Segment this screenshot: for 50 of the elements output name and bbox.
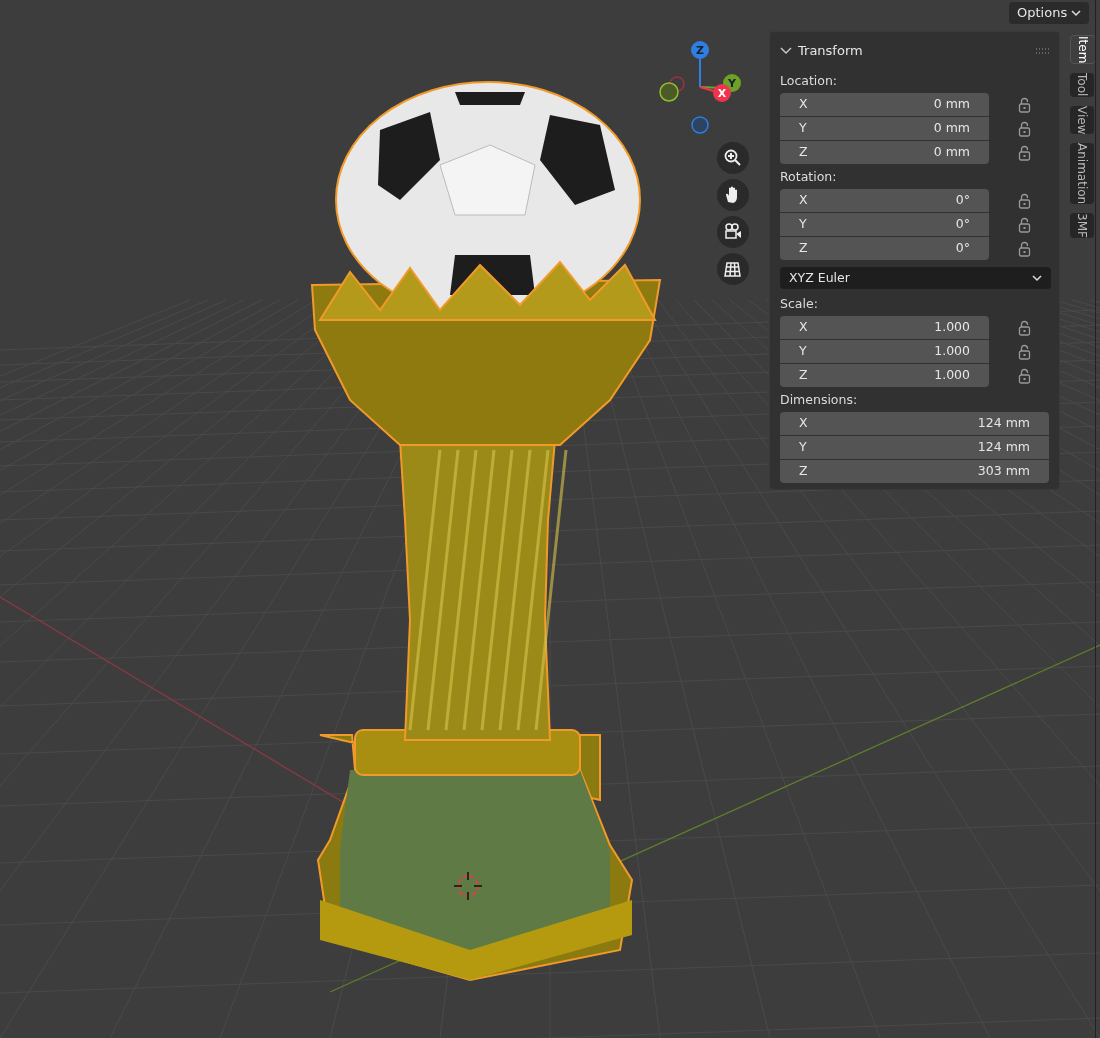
number-field[interactable]: Y 0°: [780, 213, 989, 236]
number-field[interactable]: Z 303 mm: [780, 460, 1049, 483]
number-field[interactable]: Y 0 mm: [780, 117, 989, 140]
sidebar-tab[interactable]: Item: [1070, 35, 1096, 65]
gizmo-axis-handle[interactable]: X: [713, 84, 731, 102]
lock-open-icon[interactable]: [1018, 192, 1031, 209]
lock-open-icon[interactable]: [1018, 343, 1031, 360]
section-label: Rotation:: [780, 168, 838, 185]
grid-icon: [723, 259, 743, 279]
number-field[interactable]: Z 1.000: [780, 364, 989, 387]
camera-icon: [723, 222, 743, 242]
number-field[interactable]: X 0°: [780, 189, 989, 212]
rotation-mode-dropdown[interactable]: XYZ Euler: [780, 267, 1051, 289]
crosshair-icon: [453, 871, 483, 901]
sidebar-tab[interactable]: 3MF: [1070, 213, 1094, 239]
sidebar-tab[interactable]: Animation: [1070, 143, 1094, 205]
number-field[interactable]: X 124 mm: [780, 412, 1049, 435]
number-field[interactable]: Y 124 mm: [780, 436, 1049, 459]
lock-open-icon[interactable]: [1018, 120, 1031, 137]
viewport-nav-button[interactable]: [717, 253, 749, 285]
section-label: Location:: [780, 72, 839, 89]
chevron-down-icon: [1032, 274, 1042, 282]
sidebar-tab[interactable]: View: [1070, 105, 1094, 135]
number-field[interactable]: Z 0 mm: [780, 141, 989, 164]
lock-open-icon[interactable]: [1018, 319, 1031, 336]
number-field[interactable]: X 1.000: [780, 316, 989, 339]
number-field[interactable]: Z 0°: [780, 237, 989, 260]
sidebar-tab[interactable]: Tool: [1070, 73, 1094, 97]
lock-open-icon[interactable]: [1018, 96, 1031, 113]
gizmo-negative-z[interactable]: [691, 116, 709, 134]
viewport-nav-button[interactable]: [717, 142, 749, 174]
zoom-in-icon: [723, 148, 743, 168]
gizmo-axis-handle[interactable]: Z: [691, 41, 709, 59]
viewport-nav-button[interactable]: [717, 179, 749, 211]
gizmo-negative-x[interactable]: [669, 76, 685, 92]
lock-open-icon[interactable]: [1018, 240, 1031, 257]
drag-handle-icon[interactable]: [1035, 48, 1049, 54]
lock-open-icon[interactable]: [1018, 216, 1031, 233]
chevron-down-icon: [1071, 9, 1082, 17]
number-field[interactable]: Y 1.000: [780, 340, 989, 363]
viewport-nav-button[interactable]: [717, 216, 749, 248]
lock-open-icon[interactable]: [1018, 367, 1031, 384]
number-field[interactable]: X 0 mm: [780, 93, 989, 116]
viewport[interactable]: Options Z Y X Transform Location: X 0 mm Y 0 mm Z 0 mm Rotation: X 0° Y 0° Z 0° XYZ Euler Scale: X 1.000 Y 1.000 Z 1.000 Dimensions: X 124 mm Y 124 mm Z 303 mm Item Tool View Animation 3MF: [0, 0, 1100, 1038]
gizmo-negative-y[interactable]: [659, 82, 679, 102]
lock-open-icon[interactable]: [1018, 144, 1031, 161]
section-label: Scale:: [780, 295, 819, 312]
section-label: Dimensions:: [780, 391, 859, 408]
options-dropdown[interactable]: Options: [1009, 2, 1090, 24]
panel-title[interactable]: Transform: [798, 41, 1029, 61]
